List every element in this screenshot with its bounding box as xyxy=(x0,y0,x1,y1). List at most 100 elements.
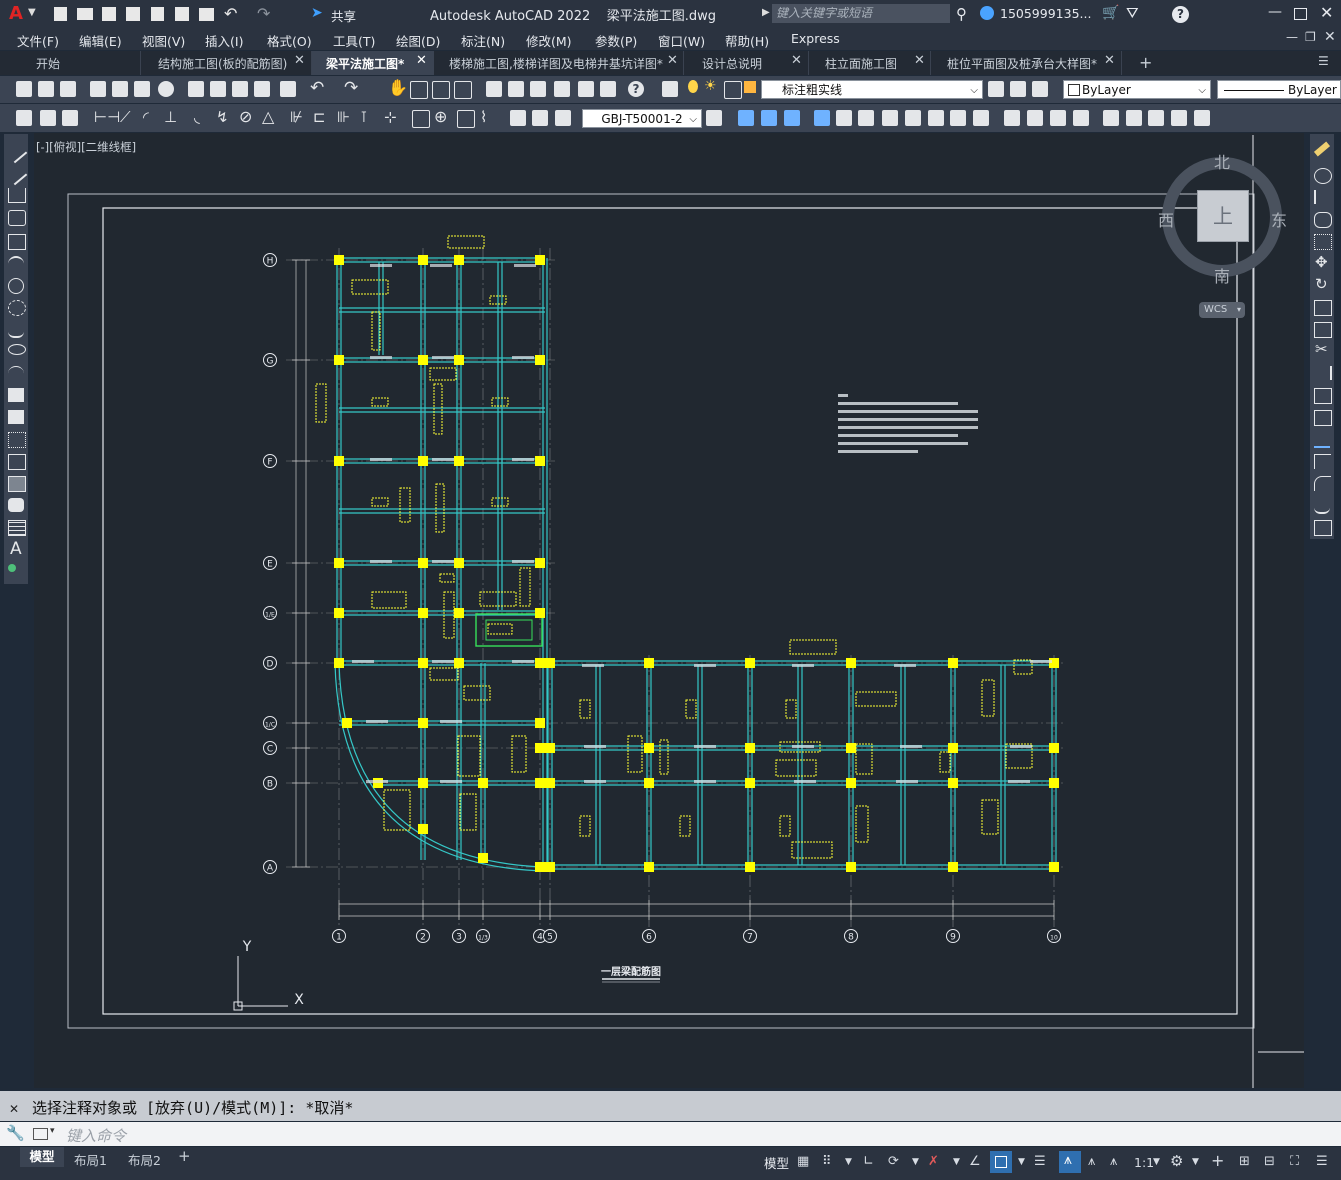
arc-length-icon[interactable]: ◜ xyxy=(143,108,149,126)
explode-icon[interactable] xyxy=(1314,520,1332,536)
help-icon[interactable]: ? xyxy=(628,81,644,97)
gradient-icon[interactable] xyxy=(8,476,26,492)
stretch-icon[interactable] xyxy=(1314,322,1332,338)
compass-east[interactable]: 东 xyxy=(1271,207,1287,231)
save-icon[interactable] xyxy=(60,81,76,97)
modify-join-icon[interactable] xyxy=(1027,110,1043,126)
dimension-break-icon[interactable]: ⊹ xyxy=(384,108,397,126)
table-icon[interactable] xyxy=(8,520,26,536)
inspection-icon[interactable] xyxy=(457,110,475,128)
add-selected-icon[interactable] xyxy=(8,564,16,572)
plot-icon[interactable] xyxy=(175,7,189,21)
isodraft-dropdown-icon[interactable]: ▼ xyxy=(953,1157,960,1167)
cart-icon[interactable]: 🛒 xyxy=(1102,5,1119,21)
modify-array-icon[interactable] xyxy=(836,110,852,126)
clean-screen-icon[interactable]: ⛶ xyxy=(1290,1154,1299,1169)
layer-previous-icon[interactable] xyxy=(1010,81,1026,97)
workspace-gear-icon[interactable]: ⚙ xyxy=(1170,1152,1183,1170)
modify-move-icon[interactable] xyxy=(858,110,874,126)
menu-edit[interactable]: 编辑(E) xyxy=(79,31,122,50)
menu-draw[interactable]: 绘图(D) xyxy=(396,31,440,50)
save-as-icon[interactable] xyxy=(126,7,140,21)
layer-tool-icon[interactable] xyxy=(40,110,56,126)
dimension-style-icon[interactable] xyxy=(706,110,722,126)
layout-tab-layout2[interactable]: 布局2 xyxy=(128,1150,161,1169)
layout-tab-model[interactable]: 模型 xyxy=(20,1147,64,1167)
baseline-dimension-icon[interactable]: ⊏ xyxy=(313,108,326,126)
break-icon[interactable] xyxy=(1314,410,1332,426)
snap-dropdown-icon[interactable]: ▼ xyxy=(845,1157,852,1167)
quick-dimension-icon[interactable]: ⊮ xyxy=(290,108,303,126)
polar-dropdown-icon[interactable]: ▼ xyxy=(912,1157,919,1167)
point-icon[interactable] xyxy=(8,432,26,448)
menu-window[interactable]: 窗口(W) xyxy=(658,31,705,50)
edit-polyline-icon[interactable] xyxy=(1194,110,1210,126)
jogged-linear-icon[interactable]: ⌇ xyxy=(480,108,487,126)
calculator-icon[interactable] xyxy=(600,81,616,97)
copy-object-icon[interactable] xyxy=(1314,168,1332,184)
tab-slab-reinforcement[interactable]: 结构施工图(板的配筋图) ✕ xyxy=(141,51,312,75)
compass-north[interactable]: 北 xyxy=(1214,149,1230,173)
wrench-icon[interactable]: 🔧 xyxy=(6,1124,25,1142)
layer-thaw-sun-icon[interactable]: ☀ xyxy=(704,78,717,94)
ungroup-icon[interactable] xyxy=(1171,110,1187,126)
units-icon[interactable]: ⊞ xyxy=(1239,1154,1250,1169)
autodesk-app-icon[interactable]: ⛛ xyxy=(1126,4,1139,22)
tab-stair-drawing[interactable]: 楼梯施工图,楼梯详图及电梯井基坑详图* ✕ xyxy=(435,51,684,75)
break-at-point-icon[interactable] xyxy=(1314,388,1332,404)
make-block-icon[interactable] xyxy=(8,410,24,424)
modify-trim-icon[interactable] xyxy=(950,110,966,126)
layer-lock-icon[interactable] xyxy=(744,81,756,93)
line-icon[interactable] xyxy=(4,140,28,164)
zoom-realtime-icon[interactable] xyxy=(410,81,428,99)
recent-commands-icon[interactable] xyxy=(33,1128,48,1140)
chamfer-icon[interactable] xyxy=(1314,454,1331,469)
annotation-scale-value[interactable]: 1:1 xyxy=(1134,1155,1154,1170)
erase-icon[interactable] xyxy=(1313,141,1331,157)
ellipse-arc-icon[interactable] xyxy=(8,366,24,381)
modify-offset-icon[interactable] xyxy=(814,110,830,126)
menu-view[interactable]: 视图(V) xyxy=(142,31,185,50)
extend-icon[interactable] xyxy=(1314,366,1332,380)
tab-start[interactable]: 开始 xyxy=(0,51,141,75)
new-icon[interactable] xyxy=(16,81,32,97)
group-icon[interactable] xyxy=(1148,110,1164,126)
redo-icon[interactable]: ↷ xyxy=(344,78,358,98)
spline-icon[interactable] xyxy=(8,322,24,338)
new-tab-icon[interactable]: + xyxy=(1139,53,1152,72)
search-input[interactable]: 键入关键字或短语 xyxy=(772,4,950,23)
layer-properties-icon[interactable] xyxy=(662,81,678,97)
arc-icon[interactable] xyxy=(8,256,24,272)
menu-file[interactable]: 文件(F) xyxy=(17,31,59,50)
print-icon[interactable] xyxy=(199,8,214,21)
undo-icon[interactable]: ↶ xyxy=(310,78,324,98)
sheet-set-icon[interactable] xyxy=(554,81,570,97)
modify-mirror-icon[interactable] xyxy=(784,110,800,126)
snap-icon[interactable]: ⠿ xyxy=(822,1154,832,1169)
make-current-layer-icon[interactable] xyxy=(988,81,1004,97)
command-input[interactable]: 键入命令 xyxy=(66,1125,126,1146)
construction-line-icon[interactable] xyxy=(4,162,28,186)
insert-block-icon[interactable] xyxy=(8,388,24,402)
tab-pile-layout[interactable]: 桩位平面图及桩承台大样图* ✕ xyxy=(931,51,1122,75)
add-layout-icon[interactable]: + xyxy=(178,1147,191,1165)
menu-express[interactable]: Express xyxy=(791,31,840,46)
menu-tools[interactable]: 工具(T) xyxy=(333,31,375,50)
modify-explode-icon[interactable] xyxy=(1103,110,1119,126)
annotation-visibility-toggle[interactable]: ⩚ xyxy=(1059,1151,1081,1173)
markup-icon[interactable] xyxy=(578,81,594,97)
tab-close-icon[interactable]: ✕ xyxy=(791,53,802,68)
mirror-icon[interactable] xyxy=(1314,190,1332,204)
menu-dimension[interactable]: 标注(N) xyxy=(461,31,505,50)
menu-format[interactable]: 格式(O) xyxy=(267,31,312,50)
save-icon[interactable] xyxy=(102,7,116,21)
array-icon[interactable] xyxy=(1314,234,1332,250)
modify-erase-icon[interactable] xyxy=(738,110,754,126)
ellipse-icon[interactable] xyxy=(8,344,26,355)
tab-close-icon[interactable]: ✕ xyxy=(416,53,427,68)
user-account[interactable]: 1505999135... xyxy=(1000,6,1091,21)
dimension-edit-icon[interactable] xyxy=(510,110,526,126)
share-button[interactable]: 共享 xyxy=(331,6,356,25)
object-snap-tracking-icon[interactable]: ∠ xyxy=(969,1154,981,1169)
zoom-window-icon[interactable] xyxy=(432,81,450,99)
